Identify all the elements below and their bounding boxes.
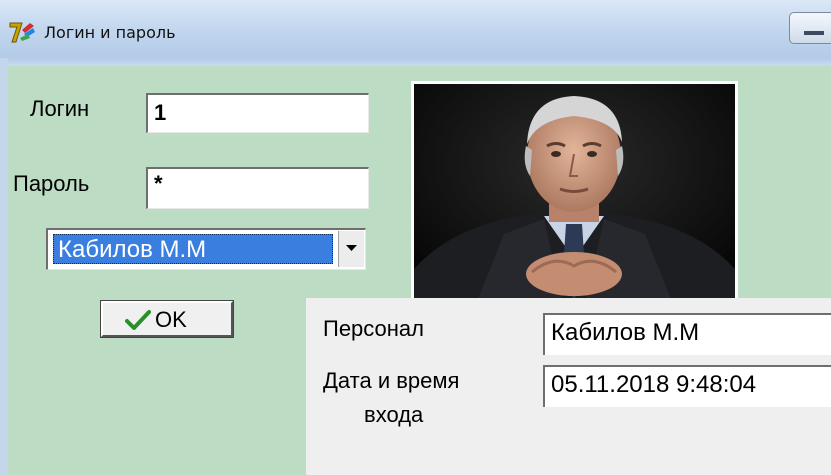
dialog-client-area: Логин 1 Пароль * Кабилов М.М OK Персонал… [8, 66, 831, 475]
datetime-label-line2: входа [364, 402, 424, 427]
ok-button-label: OK [155, 307, 187, 332]
window-frame-left [0, 58, 8, 475]
login-label: Логин [30, 96, 90, 121]
password-input[interactable]: * [146, 167, 369, 209]
window-title: Логин и пароль [44, 23, 176, 42]
personnel-field[interactable]: Кабилов М.М [543, 313, 831, 355]
title-bar[interactable]: Логин и пароль [0, 0, 831, 58]
chevron-down-icon [346, 245, 357, 251]
window-frame-top [0, 58, 831, 66]
datetime-label: Дата и время [323, 368, 460, 393]
login-datetime-field[interactable]: 05.11.2018 9:48:04 [543, 365, 831, 407]
password-label: Пароль [13, 171, 90, 196]
app-icon[interactable] [8, 20, 36, 44]
login-input[interactable]: 1 [146, 93, 369, 133]
user-select[interactable]: Кабилов М.М [46, 228, 366, 270]
minimize-icon [804, 31, 824, 35]
user-select-value: Кабилов М.М [53, 234, 333, 264]
personnel-label: Персонал [323, 316, 424, 341]
session-info-panel: Персонал Кабилов М.М Дата и время входа … [306, 298, 831, 475]
minimize-button[interactable] [789, 12, 831, 44]
user-photo [411, 81, 738, 312]
check-icon [125, 310, 151, 330]
user-select-dropdown-button[interactable] [338, 231, 364, 267]
ok-button[interactable]: OK [100, 300, 234, 338]
